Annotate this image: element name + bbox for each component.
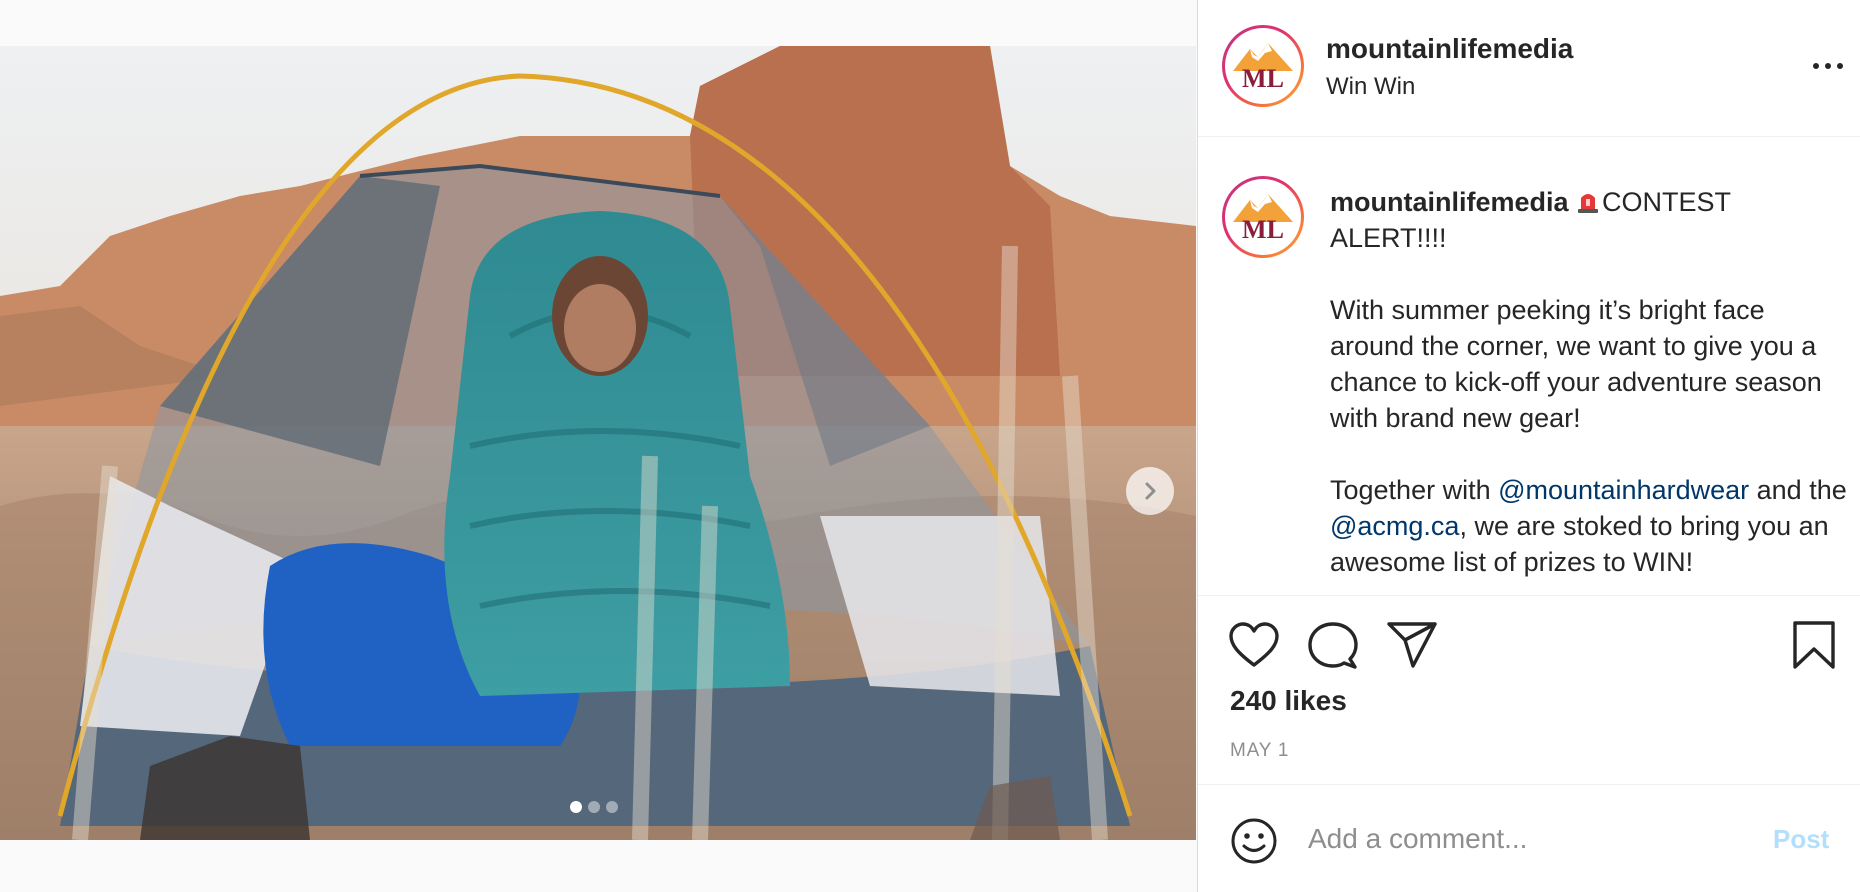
mention-link[interactable]: @mountainhardwear [1498, 475, 1749, 505]
app-root: ML mountainlifemedia Win Win ML mountain… [0, 0, 1860, 892]
carousel-dot [570, 801, 582, 813]
post-caption: mountainlifemedia CONTEST ALERT!!!! With… [1330, 184, 1850, 580]
comment-composer: Post [1198, 784, 1860, 892]
caption-paragraph: Together with @mountainhardwear and the … [1330, 472, 1850, 580]
smiley-icon[interactable] [1230, 817, 1278, 865]
comment-icon[interactable] [1308, 621, 1358, 671]
more-horizontal-icon [1813, 63, 1819, 69]
caption-username[interactable]: mountainlifemedia [1330, 187, 1569, 217]
avatar-ring: ML [1225, 28, 1301, 104]
avatar-ring: ML [1225, 179, 1301, 255]
carousel-dot [588, 801, 600, 813]
caption-text: and the [1749, 475, 1847, 505]
likes-count[interactable]: 240 likes [1230, 685, 1347, 717]
post-comment-button[interactable]: Post [1773, 824, 1829, 855]
caption-text: Together with [1330, 475, 1499, 505]
heart-icon[interactable] [1228, 622, 1280, 668]
avatar-monogram: ML [1242, 64, 1284, 93]
post-sidebar: ML mountainlifemedia Win Win ML mountain… [1197, 0, 1860, 892]
avatar[interactable]: ML [1222, 25, 1304, 107]
more-horizontal-icon [1837, 63, 1843, 69]
brand-logo-icon: ML [1228, 31, 1298, 101]
post-date[interactable]: MAY 1 [1230, 740, 1289, 762]
brand-logo-icon: ML [1228, 182, 1298, 252]
post-actions: 240 likes MAY 1 [1198, 595, 1860, 785]
caption-avatar[interactable]: ML [1222, 176, 1304, 258]
chevron-right-icon [1145, 482, 1156, 500]
more-horizontal-icon [1825, 63, 1831, 69]
post-photo [0, 46, 1196, 840]
mention-link[interactable]: @acmg.ca [1330, 511, 1459, 541]
carousel-next-button[interactable] [1126, 467, 1174, 515]
caption-paragraph: With summer peeking it’s bright face aro… [1330, 295, 1822, 433]
post-media[interactable] [0, 46, 1196, 840]
more-options-button[interactable] [1813, 60, 1843, 72]
post-header: ML mountainlifemedia Win Win [1198, 0, 1860, 137]
paper-plane-icon[interactable] [1386, 621, 1438, 669]
caption-first-line: mountainlifemedia CONTEST ALERT!!!! [1330, 184, 1850, 256]
comment-input[interactable] [1308, 809, 1748, 869]
header-location[interactable]: Win Win [1326, 73, 1415, 101]
carousel-indicator [570, 801, 618, 813]
police-light-emoji-icon [1578, 194, 1599, 213]
header-username[interactable]: mountainlifemedia [1326, 33, 1573, 65]
bookmark-icon[interactable] [1792, 620, 1836, 670]
carousel-dot [606, 801, 618, 813]
avatar-monogram: ML [1242, 215, 1284, 244]
comments-section[interactable]: ML mountainlifemedia CONTEST ALERT!!!! W… [1198, 138, 1860, 594]
